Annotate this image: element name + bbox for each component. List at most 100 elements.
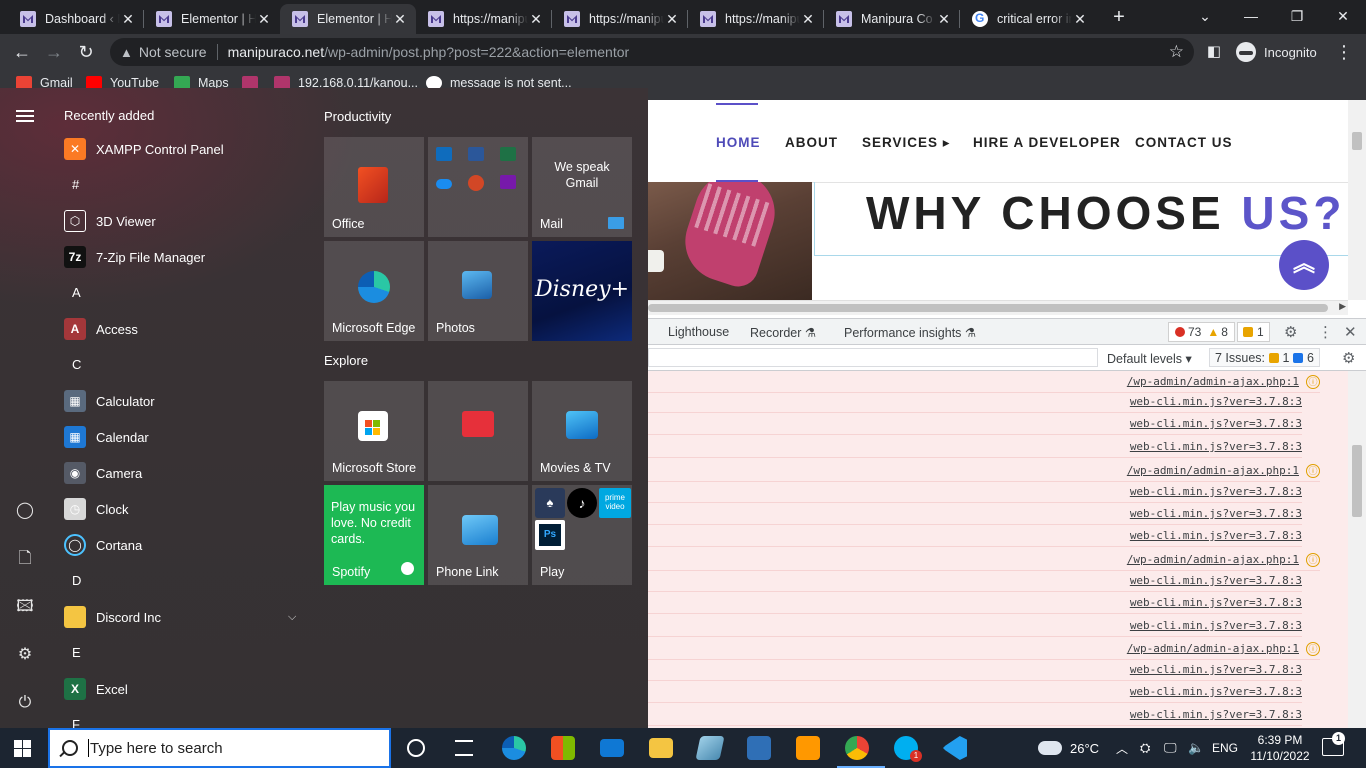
new-tab-button[interactable]: + — [1108, 6, 1130, 28]
scroll-thumb[interactable] — [1352, 132, 1362, 150]
app-list-item[interactable]: A Access — [64, 317, 138, 341]
tab-lighthouse[interactable]: Lighthouse — [668, 325, 729, 339]
taskbar-sublime[interactable] — [788, 732, 828, 764]
console-source-link[interactable]: web-cli.min.js?ver=3.7.8:3 — [1130, 708, 1302, 721]
close-devtools-icon[interactable]: ✕ — [1344, 323, 1357, 341]
request-replay-icon[interactable]: ⓘ — [1306, 553, 1320, 567]
taskbar-network-app[interactable] — [739, 732, 779, 764]
taskbar-store[interactable] — [543, 732, 583, 764]
app-list-item[interactable]: ▦ Calendar — [64, 425, 149, 449]
side-panel-icon[interactable]: ◧ — [1202, 40, 1226, 64]
forward-button[interactable]: → — [42, 40, 66, 64]
app-list-item[interactable]: ⬡ 3D Viewer — [64, 209, 156, 233]
back-to-top-button[interactable]: ︽ — [1279, 240, 1329, 290]
hamburger-menu-icon[interactable] — [16, 110, 34, 122]
power-icon[interactable]: ⏻ — [14, 692, 36, 714]
windows-start-icon[interactable] — [14, 740, 31, 757]
console-source-link[interactable]: web-cli.min.js?ver=3.7.8:3 — [1130, 596, 1302, 609]
app-list-letter[interactable]: F — [72, 717, 80, 728]
app-list-item[interactable]: X Excel — [64, 677, 128, 701]
minimize-button[interactable]: — — [1228, 0, 1274, 34]
browser-tab[interactable]: Dashboard ‹ Manipura Co✕ — [8, 4, 144, 34]
tile-edge[interactable]: Microsoft Edge — [324, 241, 424, 341]
browser-tab[interactable]: https://manipuraco.net✕ — [688, 4, 824, 34]
taskbar-chrome[interactable] — [837, 732, 885, 768]
request-replay-icon[interactable]: ⓘ — [1306, 464, 1320, 478]
address-bar[interactable]: ▲ Not secure manipuraco.net /wp-admin/po… — [110, 38, 1194, 66]
tile-phone-link[interactable]: Phone Link — [428, 485, 528, 585]
taskbar-vscode[interactable] — [935, 732, 975, 764]
console-source-link[interactable]: web-cli.min.js?ver=3.7.8:3 — [1130, 685, 1302, 698]
settings-gear-icon[interactable]: ⚙ — [14, 644, 36, 666]
scroll-thumb[interactable] — [648, 304, 1328, 312]
chevron-down-icon[interactable]: ⌵ — [288, 611, 296, 624]
nav-services[interactable]: SERVICES ▸ — [862, 135, 951, 151]
tile-disney-plus[interactable]: Disney+ — [532, 241, 632, 341]
console-source-link[interactable]: web-cli.min.js?ver=3.7.8:3 — [1130, 619, 1302, 632]
close-tab-icon[interactable]: ✕ — [936, 11, 952, 28]
network-icon[interactable]: 🖵 — [1164, 728, 1177, 768]
cortana-button[interactable] — [396, 732, 436, 764]
not-secure-label[interactable]: Not secure — [139, 44, 207, 60]
tray-icon-meet[interactable]: ⛭ — [1140, 728, 1150, 768]
app-list-item[interactable]: ◉ Camera — [64, 461, 142, 485]
documents-icon[interactable]: 🗋 — [14, 548, 36, 570]
tab-recorder[interactable]: Recorder ⚗ — [750, 325, 816, 340]
close-tab-icon[interactable]: ✕ — [528, 11, 544, 28]
app-list-letter[interactable]: A — [72, 285, 81, 300]
app-list-letter[interactable]: E — [72, 645, 81, 660]
console-source-link[interactable]: web-cli.min.js?ver=3.7.8:3 — [1130, 395, 1302, 408]
tile-photos[interactable]: Photos — [428, 241, 528, 341]
request-replay-icon[interactable]: ⓘ — [1306, 375, 1320, 389]
browser-tab[interactable]: critical error in WordPress✕ — [960, 4, 1096, 34]
scroll-right-arrow-icon[interactable]: ▶ — [1339, 301, 1346, 312]
taskbar-clock[interactable]: 6:39 PM 11/10/2022 — [1244, 732, 1316, 764]
close-tab-icon[interactable]: ✕ — [1072, 11, 1088, 28]
tile-microsoft-store[interactable]: Microsoft Store — [324, 381, 424, 481]
app-list-item[interactable]: ▦ Calculator — [64, 389, 155, 413]
console-scrollbar[interactable] — [1348, 371, 1366, 728]
console-source-link[interactable]: /wp-admin/admin-ajax.php:1 — [1127, 464, 1299, 477]
taskbar-notepad[interactable] — [690, 732, 730, 764]
browser-tab[interactable]: https://manipuraco.net✕ — [416, 4, 552, 34]
tile-spotify[interactable]: Play music you love. No credit cards. Sp… — [324, 485, 424, 585]
console-source-link[interactable]: web-cli.min.js?ver=3.7.8:3 — [1130, 440, 1302, 453]
volume-icon[interactable]: 🔈 — [1188, 728, 1204, 768]
taskbar-edge[interactable] — [494, 732, 534, 764]
app-list-item[interactable]: ◷ Clock — [64, 497, 129, 521]
pictures-icon[interactable]: 🖾 — [14, 596, 36, 618]
close-tab-icon[interactable]: ✕ — [256, 11, 272, 28]
bookmark-star-icon[interactable]: ☆ — [1169, 42, 1184, 62]
close-tab-icon[interactable]: ✕ — [800, 11, 816, 28]
console-source-link[interactable]: web-cli.min.js?ver=3.7.8:3 — [1130, 529, 1302, 542]
console-counters[interactable]: 73 ▲ 8 — [1168, 322, 1235, 342]
app-list-item[interactable]: 7z 7-Zip File Manager — [64, 245, 205, 269]
gear-icon[interactable]: ⚙ — [1284, 323, 1297, 341]
browser-tab[interactable]: Elementor | Home✕ — [280, 4, 416, 34]
browser-tab[interactable]: https://manipuraco.net✕ — [552, 4, 688, 34]
app-list-letter[interactable]: C — [72, 357, 81, 372]
console-source-link[interactable]: web-cli.min.js?ver=3.7.8:3 — [1130, 485, 1302, 498]
request-replay-icon[interactable]: ⓘ — [1306, 642, 1320, 656]
menu-kebab-icon[interactable]: ⋮ — [1332, 40, 1356, 64]
nav-about[interactable]: ABOUT — [785, 135, 838, 150]
default-levels-dropdown[interactable]: Default levels ▾ — [1107, 351, 1192, 366]
close-tab-icon[interactable]: ✕ — [392, 11, 408, 28]
app-list-item[interactable]: Discord Inc — [64, 605, 161, 629]
back-button[interactable]: ← — [10, 40, 34, 64]
console-source-link[interactable]: /wp-admin/admin-ajax.php:1 — [1127, 642, 1299, 655]
issues-button[interactable]: 1 — [1237, 322, 1270, 342]
app-list-letter[interactable]: # — [72, 177, 79, 192]
console-source-link[interactable]: /wp-admin/admin-ajax.php:1 — [1127, 553, 1299, 566]
reload-button[interactable]: ↻ — [74, 40, 98, 64]
console-source-link[interactable]: web-cli.min.js?ver=3.7.8:3 — [1130, 507, 1302, 520]
console-source-link[interactable]: /wp-admin/admin-ajax.php:1 — [1127, 375, 1299, 388]
tab-search-button[interactable]: ⌄ — [1182, 0, 1228, 34]
console-source-link[interactable]: web-cli.min.js?ver=3.7.8:3 — [1130, 574, 1302, 587]
weather-widget[interactable]: 26°C — [1038, 728, 1099, 768]
scroll-thumb[interactable] — [1352, 445, 1362, 517]
console-source-link[interactable]: web-cli.min.js?ver=3.7.8:3 — [1130, 663, 1302, 676]
nav-contact[interactable]: CONTACT US — [1135, 135, 1233, 150]
taskbar-file-explorer[interactable] — [641, 732, 681, 764]
warning-icon[interactable]: ▲ — [120, 45, 133, 60]
